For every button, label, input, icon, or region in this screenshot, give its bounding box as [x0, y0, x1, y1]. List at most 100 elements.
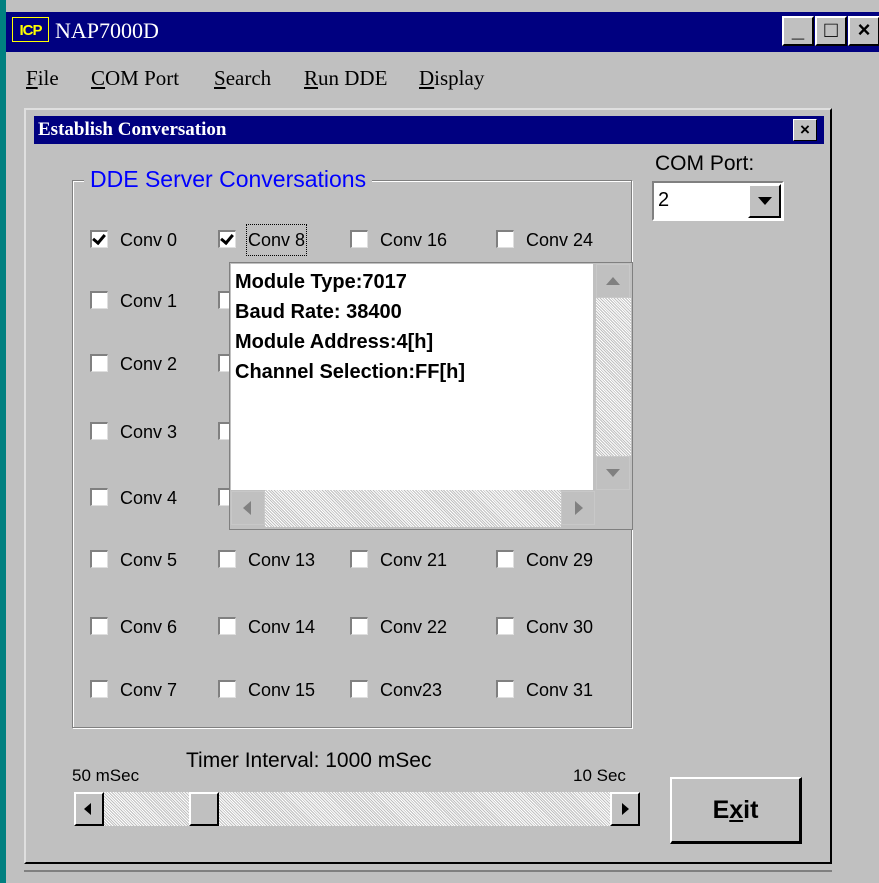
arrow-left-icon [243, 501, 251, 515]
timer-max-label: 10 Sec [573, 766, 626, 785]
exit-label-rest: it [743, 796, 759, 824]
window-title: NAP7000D [55, 18, 159, 43]
vertical-scroll-track[interactable] [596, 298, 631, 456]
conversation-checkbox[interactable]: Conv23 [350, 676, 470, 704]
conversation-checkbox[interactable]: Conv 14 [218, 613, 338, 641]
menu-display[interactable]: Display [419, 64, 484, 92]
checkbox-empty-icon[interactable] [218, 680, 236, 698]
conversation-checkbox[interactable]: Conv 6 [90, 613, 210, 641]
checkbox-empty-icon[interactable] [496, 550, 514, 568]
conversation-checkbox[interactable]: Conv 13 [218, 546, 338, 574]
checkbox-checked-icon[interactable] [218, 230, 236, 248]
conversation-checkbox[interactable]: Conv 8 [218, 224, 338, 256]
conversation-label: Conv 1 [120, 291, 178, 311]
exit-accel: x [729, 796, 744, 824]
conversation-checkbox[interactable]: Conv 21 [350, 546, 470, 574]
conversation-label: Conv 5 [120, 550, 178, 570]
checkbox-empty-icon[interactable] [496, 230, 514, 248]
conversation-checkbox[interactable]: Conv 4 [90, 484, 210, 512]
group-label: DDE Server Conversations [84, 164, 373, 194]
conversation-checkbox[interactable]: Conv 29 [496, 546, 616, 574]
conversation-checkbox[interactable]: Conv 30 [496, 613, 616, 641]
timer-min-label: 50 mSec [72, 766, 140, 785]
timer-interval-slider[interactable] [74, 792, 640, 826]
checkbox-empty-icon[interactable] [496, 680, 514, 698]
scroll-left-button[interactable] [231, 491, 265, 525]
conversation-label: Conv 15 [248, 680, 316, 700]
checkbox-empty-icon[interactable] [90, 422, 108, 440]
slider-left-button[interactable] [74, 792, 104, 826]
maximize-button[interactable]: □ [815, 16, 847, 46]
conversation-checkbox[interactable]: Conv 16 [350, 226, 470, 254]
conversation-checkbox[interactable]: Conv 3 [90, 418, 210, 446]
conversation-label: Conv 14 [248, 617, 316, 637]
checkbox-empty-icon[interactable] [90, 488, 108, 506]
menu-search[interactable]: Search [214, 64, 271, 92]
conversation-label: Conv 30 [526, 617, 594, 637]
conversation-label: Conv 31 [526, 680, 594, 700]
arrow-up-icon [606, 277, 620, 285]
module-address-text: Module Address:4[h] [235, 331, 434, 353]
minimize-button[interactable]: _ [782, 16, 814, 46]
com-port-label: COM Port: [655, 152, 755, 175]
slider-thumb[interactable] [189, 792, 220, 826]
channel-selection-text: Channel Selection:FF[h] [235, 361, 465, 383]
menu-label: un DDE [318, 66, 388, 90]
scroll-right-button[interactable] [561, 491, 595, 525]
menu-accel: F [26, 66, 38, 90]
slider-right-button[interactable] [610, 792, 640, 826]
arrow-left-icon [84, 803, 91, 815]
menu-label: ile [37, 66, 59, 90]
com-port-dropdown-button[interactable] [748, 184, 781, 218]
conversation-label: Conv 3 [120, 422, 178, 442]
dialog-close-button[interactable]: × [793, 119, 817, 141]
scroll-up-button[interactable] [596, 264, 630, 298]
checkbox-empty-icon[interactable] [90, 617, 108, 635]
checkbox-empty-icon[interactable] [218, 550, 236, 568]
conversation-checkbox[interactable]: Conv 24 [496, 226, 616, 254]
scroll-down-button[interactable] [596, 456, 630, 490]
conversation-checkbox[interactable]: Conv 15 [218, 676, 338, 704]
menu-com-port[interactable]: COM Port [91, 64, 179, 92]
close-button[interactable]: × [848, 16, 879, 46]
conversation-checkbox[interactable]: Conv 31 [496, 676, 616, 704]
com-port-value: 2 [658, 189, 670, 211]
conversation-checkbox[interactable]: Conv 1 [90, 287, 210, 315]
menu-file[interactable]: File [26, 64, 59, 92]
conversation-checkbox[interactable]: Conv 5 [90, 546, 210, 574]
conversation-checkbox[interactable]: Conv 22 [350, 613, 470, 641]
conversation-label: Conv 7 [120, 680, 178, 700]
checkbox-empty-icon[interactable] [350, 680, 368, 698]
checkbox-empty-icon[interactable] [350, 617, 368, 635]
module-type-text: Module Type:7017 [235, 271, 407, 293]
dialog-bottom-edge [24, 870, 832, 872]
conversation-checkbox[interactable]: Conv 7 [90, 676, 210, 704]
checkbox-empty-icon[interactable] [350, 230, 368, 248]
conversation-label: Conv 8 [245, 224, 308, 256]
arrow-right-icon [575, 501, 583, 515]
checkbox-empty-icon[interactable] [90, 354, 108, 372]
dialog-title: Establish Conversation [38, 119, 227, 140]
conversation-label: Conv 2 [120, 354, 178, 374]
conversation-checkbox[interactable]: Conv 2 [90, 350, 210, 378]
checkbox-empty-icon[interactable] [90, 550, 108, 568]
app-icon[interactable]: ICP [12, 17, 49, 42]
menu-bar: File COM Port Search Run DDE Display [6, 54, 879, 98]
conversation-label: Conv 4 [120, 488, 178, 508]
menu-label: isplay [434, 66, 485, 90]
checkbox-empty-icon[interactable] [90, 680, 108, 698]
conversation-label: Conv 6 [120, 617, 178, 637]
checkbox-empty-icon[interactable] [350, 550, 368, 568]
checkbox-empty-icon[interactable] [218, 617, 236, 635]
conversation-label: Conv 0 [120, 230, 178, 250]
conversation-label: Conv 22 [380, 617, 448, 637]
checkbox-checked-icon[interactable] [90, 230, 108, 248]
conversation-checkbox[interactable]: Conv 0 [90, 226, 210, 254]
conversation-label: Conv 29 [526, 550, 594, 570]
exit-button[interactable]: Exit [670, 777, 802, 844]
menu-run-dde[interactable]: Run DDE [304, 64, 387, 92]
checkbox-empty-icon[interactable] [496, 617, 514, 635]
timer-interval-label: Timer Interval: 1000 mSec [186, 749, 432, 772]
checkbox-empty-icon[interactable] [90, 291, 108, 309]
horizontal-scroll-track[interactable] [265, 490, 561, 527]
